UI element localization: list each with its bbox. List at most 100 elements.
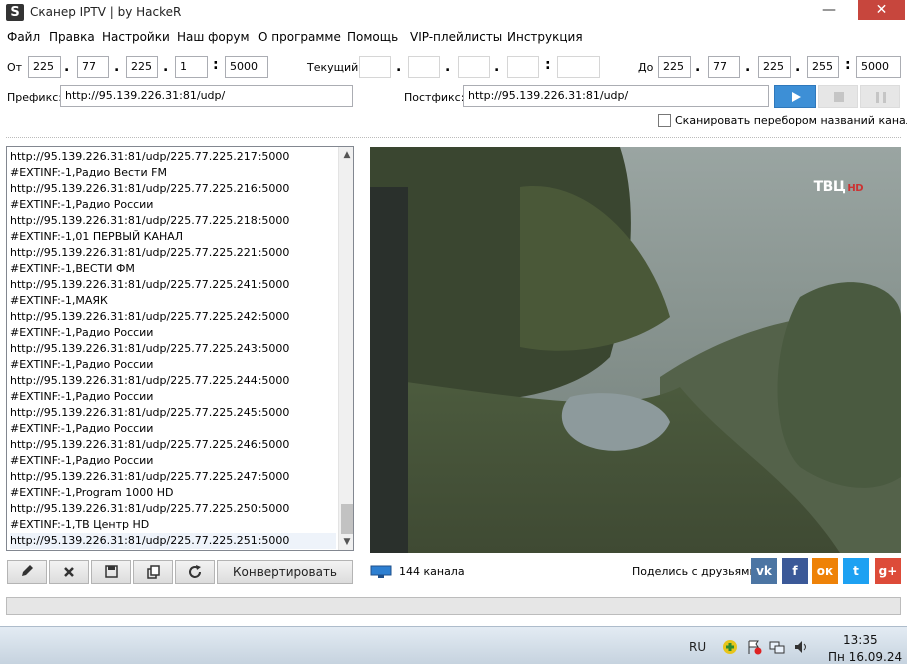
playlist-lines: http://95.139.226.31:81/udp/225.77.225.2… [10, 149, 336, 549]
menu-vip-playlists[interactable]: VIP-плейлисты [410, 30, 502, 44]
menu-settings[interactable]: Настройки [102, 30, 170, 44]
current-octet-1[interactable] [359, 56, 391, 78]
scroll-down-icon[interactable]: ▼ [339, 534, 353, 550]
dot-separator: . [745, 59, 751, 75]
current-octet-4[interactable] [507, 56, 539, 78]
shield-icon[interactable] [722, 639, 738, 655]
twitter-icon[interactable]: t [843, 558, 869, 584]
dot-separator: . [114, 59, 120, 75]
close-button[interactable]: ✕ [858, 0, 905, 20]
clock-date[interactable]: Пн 16.09.24 [828, 650, 902, 664]
volume-icon[interactable] [793, 639, 809, 655]
list-item[interactable]: http://95.139.226.31:81/udp/225.77.225.2… [10, 149, 336, 165]
current-port[interactable] [557, 56, 600, 78]
list-item[interactable]: http://95.139.226.31:81/udp/225.77.225.2… [10, 309, 336, 325]
play-button[interactable] [774, 85, 816, 108]
title-bar[interactable]: S Сканер IPTV | by HackeR — ✕ [0, 0, 907, 26]
odnoklassniki-icon[interactable]: ок [812, 558, 838, 584]
pause-icon [876, 92, 886, 103]
minimize-button[interactable]: — [814, 0, 844, 22]
current-octet-2[interactable] [408, 56, 440, 78]
list-item[interactable]: #EXTINF:-1,Радио России [10, 389, 336, 405]
action-center-flag-icon[interactable] [746, 639, 762, 655]
refresh-icon [189, 565, 201, 578]
list-item[interactable]: #EXTINF:-1,ТВ Центр HD [10, 517, 336, 533]
colon-separator: : [845, 57, 851, 73]
postfix-label: Постфикс: [404, 91, 465, 104]
scrollbar[interactable]: ▲ ▼ [338, 147, 353, 550]
to-label: До [638, 61, 654, 74]
list-item[interactable]: http://95.139.226.31:81/udp/225.77.225.2… [10, 469, 336, 485]
copy-button[interactable] [133, 560, 173, 584]
list-item[interactable]: http://95.139.226.31:81/udp/225.77.225.2… [10, 501, 336, 517]
menu-edit[interactable]: Правка [49, 30, 95, 44]
list-item[interactable]: http://95.139.226.31:81/udp/225.77.225.2… [10, 437, 336, 453]
from-octet-3[interactable]: 225 [126, 56, 158, 78]
list-item[interactable]: http://95.139.226.31:81/udp/225.77.225.2… [10, 373, 336, 389]
from-octet-2[interactable]: 77 [77, 56, 109, 78]
prefix-input[interactable]: http://95.139.226.31:81/udp/ [60, 85, 353, 107]
list-item[interactable]: http://95.139.226.31:81/udp/225.77.225.2… [10, 181, 336, 197]
list-item[interactable]: #EXTINF:-1,01 ПЕРВЫЙ КАНАЛ [10, 229, 336, 245]
refresh-button[interactable] [175, 560, 215, 584]
taskbar: RU [0, 626, 907, 664]
list-item[interactable]: #EXTINF:-1,Program 1000 HD [10, 485, 336, 501]
from-port[interactable]: 5000 [225, 56, 268, 78]
from-octet-4[interactable]: 1 [175, 56, 208, 78]
share-label: Поделись с друзьями: [632, 565, 761, 578]
delete-button[interactable] [49, 560, 89, 584]
channel-logo: ТВЦ HD [814, 179, 864, 195]
list-item[interactable]: #EXTINF:-1,Радио Вести FM [10, 165, 336, 181]
edit-button[interactable] [7, 560, 47, 584]
scroll-up-icon[interactable]: ▲ [339, 147, 353, 163]
divider [6, 137, 901, 138]
language-indicator[interactable]: RU [689, 640, 706, 654]
scan-progress-bar [6, 597, 901, 615]
list-item[interactable]: #EXTINF:-1,Радио России [10, 325, 336, 341]
menu-forum[interactable]: Наш форум [177, 30, 250, 44]
list-item[interactable]: #EXTINF:-1,Радио России [10, 197, 336, 213]
dot-separator: . [163, 59, 169, 75]
to-octet-4[interactable]: 255 [807, 56, 839, 78]
menu-about[interactable]: О программе [258, 30, 341, 44]
pause-button[interactable] [860, 85, 900, 108]
from-octet-1[interactable]: 225 [28, 56, 61, 78]
list-item[interactable]: #EXTINF:-1,Радио России [10, 357, 336, 373]
playlist-box[interactable]: http://95.139.226.31:81/udp/225.77.225.2… [6, 146, 354, 551]
scan-by-names-label: Сканировать перебором названий каналов [675, 114, 907, 127]
stop-button[interactable] [818, 85, 858, 108]
current-octet-3[interactable] [458, 56, 490, 78]
list-item[interactable]: http://95.139.226.31:81/udp/225.77.225.2… [10, 341, 336, 357]
to-octet-2[interactable]: 77 [708, 56, 740, 78]
google-plus-icon[interactable]: g+ [875, 558, 901, 584]
to-octet-1[interactable]: 225 [658, 56, 691, 78]
list-item[interactable]: http://95.139.226.31:81/udp/225.77.225.2… [10, 245, 336, 261]
menu-instructions[interactable]: Инструкция [507, 30, 583, 44]
convert-button[interactable]: Конвертировать [217, 560, 353, 584]
list-item[interactable]: http://95.139.226.31:81/udp/225.77.225.2… [10, 213, 336, 229]
to-port[interactable]: 5000 [856, 56, 901, 78]
copy-icon [147, 565, 160, 579]
dot-separator: . [695, 59, 701, 75]
video-player[interactable]: ТВЦ HD [370, 147, 901, 553]
list-item[interactable]: http://95.139.226.31:81/udp/225.77.225.2… [10, 277, 336, 293]
scroll-thumb[interactable] [341, 504, 353, 534]
menu-help[interactable]: Помощь [347, 30, 398, 44]
menu-file[interactable]: Файл [7, 30, 40, 44]
network-icon[interactable] [769, 639, 785, 655]
save-button[interactable] [91, 560, 131, 584]
clock-time[interactable]: 13:35 [843, 633, 878, 647]
facebook-icon[interactable]: f [782, 558, 808, 584]
vk-icon[interactable]: vk [751, 558, 777, 584]
list-item[interactable]: http://95.139.226.31:81/udp/225.77.225.2… [10, 405, 336, 421]
to-octet-3[interactable]: 225 [758, 56, 791, 78]
dot-separator: . [64, 59, 70, 75]
postfix-input[interactable]: http://95.139.226.31:81/udp/ [463, 85, 769, 107]
list-item[interactable]: #EXTINF:-1,Радио России [10, 421, 336, 437]
list-item[interactable]: #EXTINF:-1,МАЯК [10, 293, 336, 309]
list-item[interactable]: http://95.139.226.31:81/udp/225.77.225.2… [10, 533, 336, 549]
list-item[interactable]: #EXTINF:-1,Радио России [10, 453, 336, 469]
scan-by-names-checkbox[interactable] [658, 114, 671, 127]
app-icon: S [6, 4, 24, 21]
list-item[interactable]: #EXTINF:-1,ВЕСТИ ФМ [10, 261, 336, 277]
